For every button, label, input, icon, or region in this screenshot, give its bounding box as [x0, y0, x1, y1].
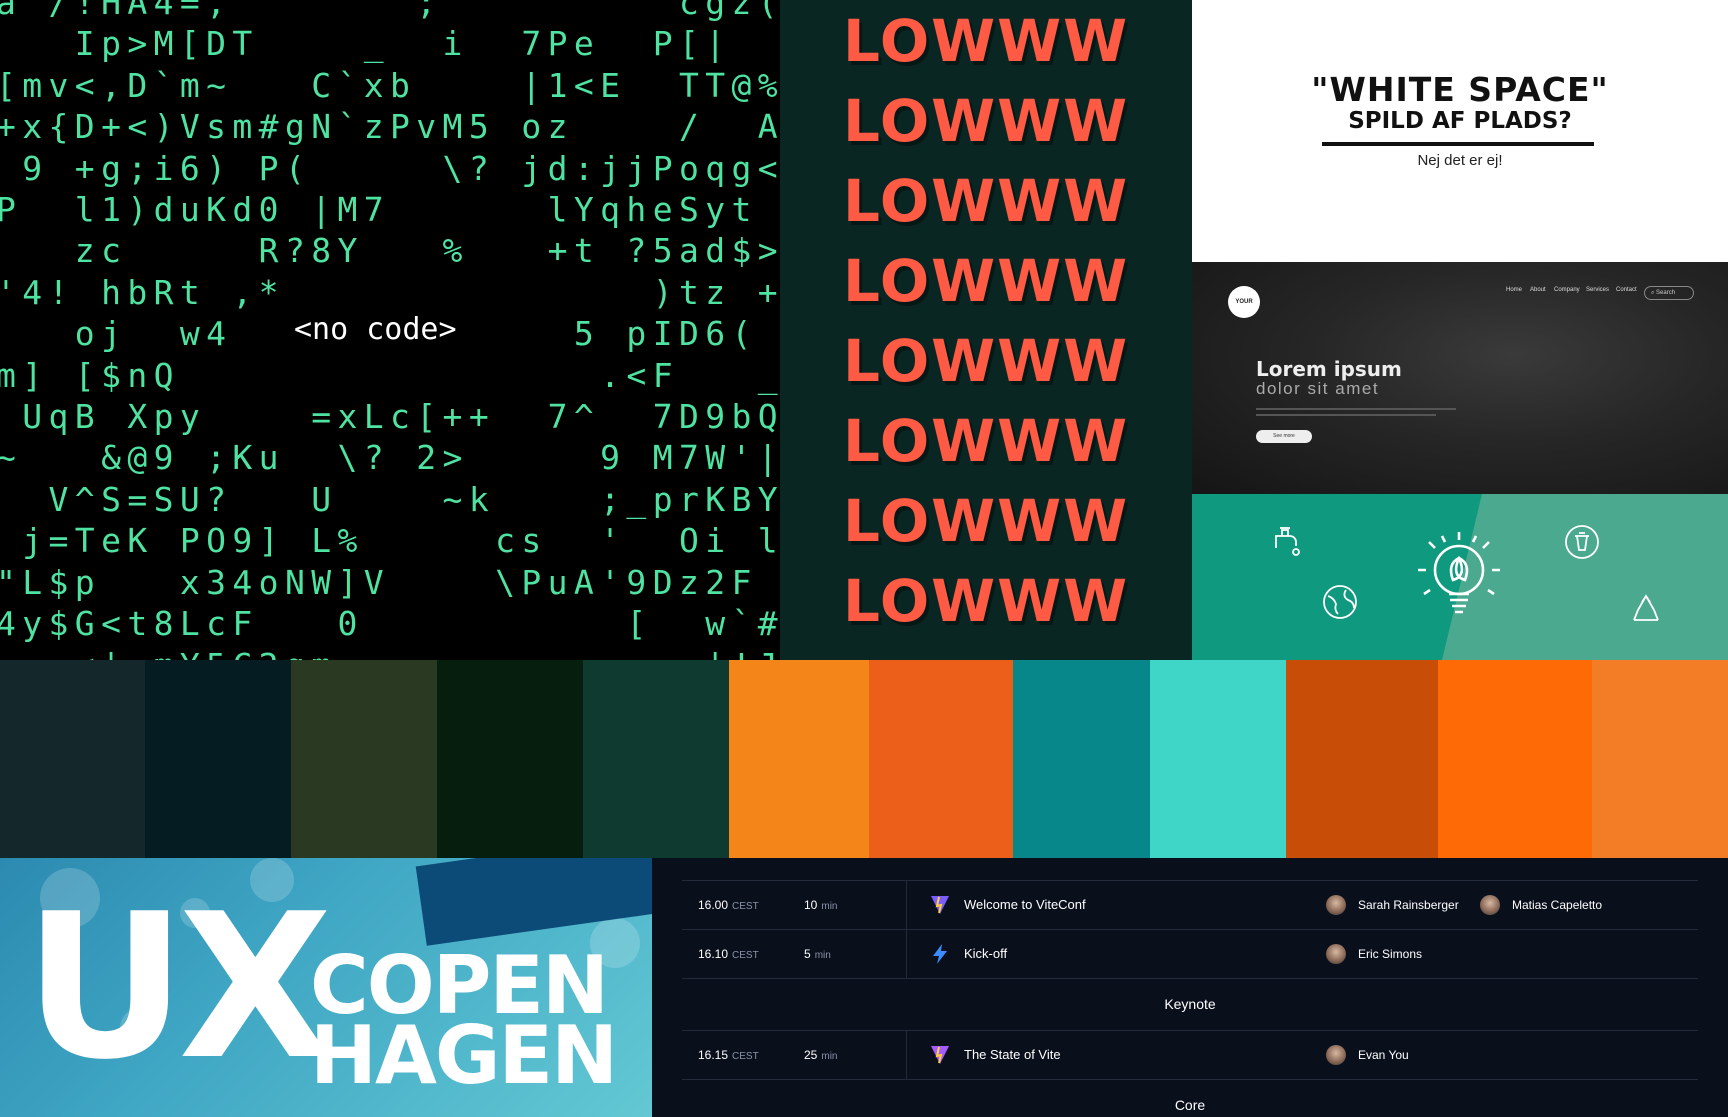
nav-home[interactable]: Home: [1506, 287, 1522, 293]
color-swatch: [291, 660, 437, 858]
ux-copenhagen-banner: UX COPEN HAGEN: [0, 858, 652, 1117]
color-swatch: [1592, 660, 1728, 858]
logo[interactable]: YOUR LOGO: [1228, 286, 1260, 337]
color-swatch: [583, 660, 729, 858]
lowww-word: LOWWW: [842, 87, 1130, 155]
section-row: Keynote: [682, 978, 1698, 1031]
schedule-row[interactable]: 16.00 CEST 10 min Welcome to ViteConf Sara…: [682, 880, 1698, 930]
nav-services[interactable]: Services: [1586, 287, 1609, 293]
see-more-button[interactable]: See more: [1256, 430, 1312, 443]
code-art-panel: a /!HA4=, ; cgz(_Spo Ip>M[DT _ i 7Pe P[|…: [0, 0, 780, 660]
column-separator: [906, 930, 907, 979]
color-swatch: [1438, 660, 1592, 858]
schedule-row[interactable]: 16.15 CEST 25 min The State of Vite Evan Y…: [682, 1030, 1698, 1080]
color-swatch: [869, 660, 1013, 858]
vite-logo-icon: [931, 896, 949, 914]
speaker-name[interactable]: Evan You: [1358, 1048, 1409, 1062]
recycle-icon: [1633, 594, 1659, 621]
lowww-word: LOWWW: [842, 247, 1130, 315]
white-space-note: Nej det er ej!: [1417, 152, 1503, 169]
talk-title[interactable]: The State of Vite: [964, 1047, 1061, 1062]
text-line: [1256, 408, 1456, 410]
speaker-name[interactable]: Eric Simons: [1358, 947, 1422, 961]
time: 16.10 CEST: [698, 947, 759, 961]
website-hero-mockup: YOUR LOGO Home About Company Services Co…: [1192, 262, 1728, 494]
lowww-word: LOWWW: [842, 327, 1130, 395]
divider: [1322, 142, 1594, 146]
speaker-name[interactable]: Sarah Rainsberger: [1358, 898, 1459, 912]
eco-icons-panel: [1192, 494, 1728, 660]
color-swatch: [1286, 660, 1438, 858]
section-title: Core: [1174, 1097, 1206, 1113]
white-space-panel: "WHITE SPACE" SPILD AF PLADS? Nej det er…: [1192, 0, 1728, 262]
hero-title: Lorem ipsum: [1256, 357, 1402, 381]
recycle-bin-icon: [1565, 525, 1599, 559]
lowww-word: LOWWW: [842, 7, 1130, 75]
text-line: [1256, 414, 1436, 416]
lightbulb-leaf-icon: [1418, 532, 1500, 614]
nav-company[interactable]: Company: [1554, 287, 1580, 293]
color-swatch: [1150, 660, 1286, 858]
white-space-title: "WHITE SPACE": [1311, 70, 1609, 109]
no-code-label: <no code>: [290, 308, 461, 352]
avatar: [1326, 944, 1346, 964]
water-tap-icon: [1275, 527, 1300, 556]
color-swatch: [145, 660, 291, 858]
conference-schedule: 16.00 CEST 10 min Welcome to ViteConf Sara…: [652, 858, 1728, 1117]
bolt-icon: [933, 944, 947, 964]
duration: 5 min: [804, 947, 831, 961]
color-swatch: [0, 660, 145, 858]
color-swatch: [437, 660, 583, 858]
lowww-word: LOWWW: [842, 167, 1130, 235]
lowww-word: LOWWW: [842, 407, 1130, 475]
speaker-name[interactable]: Matias Capeletto: [1512, 898, 1602, 912]
color-palette: [0, 660, 1728, 858]
column-separator: [906, 881, 907, 930]
lowww-panel: LOWWW LOWWW LOWWW LOWWW LOWWW LOWWW LOWWW LOWWW: [780, 0, 1192, 660]
hero-subtitle: dolor sit amet: [1256, 379, 1380, 398]
lowww-word: LOWWW: [842, 487, 1130, 555]
avatar: [1326, 1045, 1346, 1065]
avatar: [1326, 895, 1346, 915]
nav-about[interactable]: About: [1530, 287, 1546, 293]
vite-logo-icon: [931, 1046, 949, 1064]
white-space-subtitle: SPILD AF PLADS?: [1348, 108, 1572, 134]
time: 16.00 CEST: [698, 898, 759, 912]
search-input[interactable]: ⌕ Search: [1644, 286, 1694, 300]
lowww-word: LOWWW: [842, 567, 1130, 635]
ux-hagen-text: HAGEN: [310, 1009, 618, 1102]
avatar: [1480, 895, 1500, 915]
time: 16.15 CEST: [698, 1048, 759, 1062]
schedule-row[interactable]: 16.10 CEST 5 min Kick-off Eric Simons: [682, 929, 1698, 979]
color-swatch: [729, 660, 869, 858]
globe-icon: [1323, 585, 1357, 619]
talk-title[interactable]: Kick-off: [964, 946, 1007, 961]
section-title: Keynote: [1164, 996, 1216, 1012]
column-separator: [906, 1031, 907, 1080]
section-row: Core: [682, 1079, 1698, 1117]
color-swatch: [1013, 660, 1150, 858]
duration: 25 min: [804, 1048, 838, 1062]
nav-contact[interactable]: Contact: [1616, 287, 1637, 293]
ux-big-letters: UX: [24, 871, 333, 1104]
talk-title[interactable]: Welcome to ViteConf: [964, 897, 1086, 912]
duration: 10 min: [804, 898, 838, 912]
